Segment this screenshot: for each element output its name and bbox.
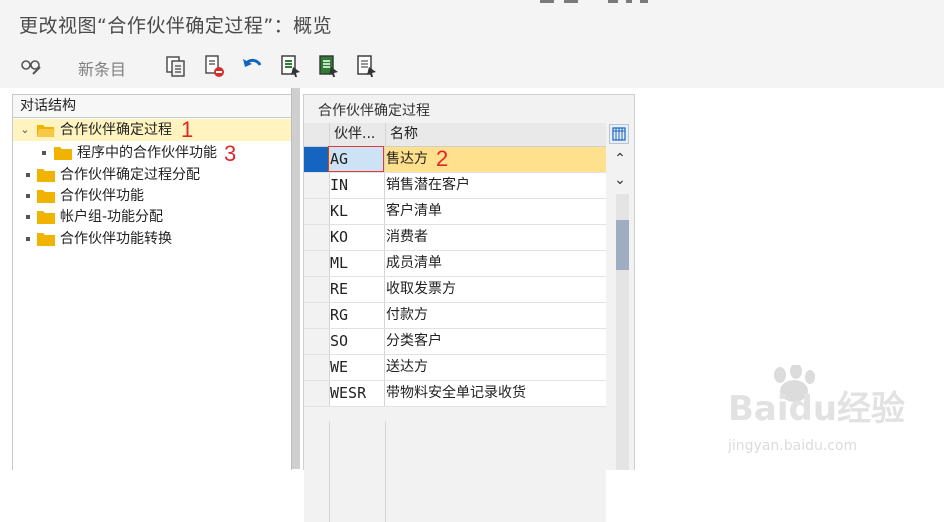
cell-name[interactable]: 成员清单	[386, 251, 606, 276]
table-row[interactable]: KL 客户清单	[304, 199, 606, 225]
cell-name[interactable]: 售达方	[386, 147, 606, 172]
folder-icon	[37, 233, 55, 246]
table-body: AG 售达方 2 IN 销售潜在客户 KL 客户清单 KO 消费者 ML 成员清…	[304, 146, 606, 522]
row-selector[interactable]	[304, 329, 330, 354]
cell-name[interactable]: 带物料安全单记录收货	[386, 381, 606, 406]
cell-code[interactable]: WE	[330, 355, 385, 380]
scroll-up-icon[interactable]: ⌃	[609, 148, 631, 170]
toolbar: 新条目	[0, 44, 944, 88]
select-all-rows-cell[interactable]	[304, 123, 330, 146]
cell-code[interactable]: IN	[330, 173, 385, 198]
cell-name[interactable]: 付款方	[386, 303, 606, 328]
cell-code[interactable]: RE	[330, 277, 385, 302]
cell-code[interactable]: KO	[330, 225, 385, 250]
top-toolbar-marks	[540, 0, 660, 4]
dialog-structure-header: 对话结构	[13, 95, 291, 118]
table-row[interactable]: RE 收取发票方	[304, 277, 606, 303]
tree-item-label: 程序中的合作伙伴功能	[77, 145, 217, 161]
dialog-structure-panel: 对话结构 ⌄ 合作伙伴确定过程 1 程序中的合作伙伴功能 3 合作伙伴确定过程分…	[12, 94, 292, 470]
cell-code[interactable]: ML	[330, 251, 385, 276]
tree-item-label: 合作伙伴确定过程	[60, 122, 172, 138]
row-selector[interactable]	[304, 225, 330, 250]
cell-name[interactable]: 分类客户	[386, 329, 606, 354]
scroll-down-icon[interactable]: ⌄	[609, 169, 631, 191]
table-row[interactable]: SO 分类客户	[304, 329, 606, 355]
tree-item-partner-determination-procedure[interactable]: ⌄ 合作伙伴确定过程 1	[13, 119, 292, 141]
grid-settings-icon	[612, 127, 626, 141]
tree-bullet-icon	[26, 237, 30, 241]
cell-code[interactable]: SO	[330, 329, 385, 354]
row-selector[interactable]	[304, 303, 330, 328]
tree-bullet-icon	[42, 151, 46, 155]
table-row[interactable]: KO 消费者	[304, 225, 606, 251]
table-row[interactable]: WE 送达方	[304, 355, 606, 381]
annotation-number: 1	[181, 117, 194, 142]
column-header-code[interactable]: 伙伴...	[330, 123, 386, 146]
column-header-name[interactable]: 名称	[386, 123, 606, 146]
cell-name[interactable]: 收取发票方	[386, 277, 606, 302]
undo-icon[interactable]	[241, 54, 265, 78]
select-all-icon[interactable]	[279, 54, 303, 78]
folder-icon	[54, 147, 72, 160]
table-row[interactable]: AG 售达方 2	[304, 146, 606, 173]
cell-code[interactable]: RG	[330, 303, 385, 328]
title-bar: 更改视图“合作伙伴确定过程”：概览	[0, 0, 944, 44]
folder-open-icon	[37, 125, 55, 137]
folder-icon	[37, 169, 55, 182]
row-selector[interactable]	[304, 199, 330, 224]
row-selector[interactable]	[304, 147, 329, 172]
tree-bullet-icon	[26, 173, 30, 177]
table-row[interactable]: ML 成员清单	[304, 251, 606, 277]
table-row[interactable]: WESR 带物料安全单记录收货	[304, 381, 606, 407]
delete-icon[interactable]	[202, 54, 226, 78]
folder-icon	[37, 190, 55, 203]
chevron-down-icon[interactable]: ⌄	[19, 119, 31, 141]
new-entries-button[interactable]: 新条目	[78, 56, 126, 80]
watermark-url: jingyan.baidu.com	[727, 438, 857, 454]
glasses-pencil-icon[interactable]	[19, 54, 43, 78]
cell-name[interactable]: 销售潜在客户	[386, 173, 606, 198]
baidu-jingyan-watermark: Baidu经验 jingyan.baidu.com	[727, 365, 905, 454]
cell-code[interactable]: KL	[330, 199, 385, 224]
folder-icon	[37, 211, 55, 224]
window-title: 更改视图“合作伙伴确定过程”：概览	[19, 15, 333, 37]
row-selector[interactable]	[304, 355, 330, 380]
row-selector[interactable]	[304, 381, 330, 406]
panel-title: 合作伙伴确定过程	[318, 103, 430, 119]
table-empty-area	[304, 422, 606, 522]
tree-item-label: 帐户组-功能分配	[60, 209, 164, 225]
annotation-number: 2	[436, 146, 449, 171]
cell-name[interactable]: 客户清单	[386, 199, 606, 224]
row-selector[interactable]	[304, 173, 330, 198]
copy-icon[interactable]	[164, 54, 188, 78]
tree-bullet-icon	[26, 194, 30, 198]
select-block-icon[interactable]	[317, 54, 341, 78]
watermark-brand: Baidu经验	[728, 389, 905, 429]
tree-item-label: 合作伙伴功能	[60, 188, 144, 204]
cell-name[interactable]: 送达方	[386, 355, 606, 380]
partner-procedure-table: 伙伴... 名称 AG 售达方 2 IN 销售潜在客户 KL 客户清单 KO 消…	[304, 123, 606, 522]
table-header: 伙伴... 名称	[304, 123, 606, 147]
annotation-number: 3	[224, 141, 237, 166]
partner-procedure-table-panel: 合作伙伴确定过程 伙伴... 名称 AG 售达方 2 IN 销售潜在客户 KL	[303, 94, 635, 522]
tree-item-label: 合作伙伴确定过程分配	[60, 167, 200, 183]
cell-name[interactable]: 消费者	[386, 225, 606, 250]
scroll-thumb[interactable]	[616, 220, 629, 270]
table-row[interactable]: IN 销售潜在客户	[304, 173, 606, 199]
row-selector[interactable]	[304, 251, 330, 276]
cell-code[interactable]: WESR	[330, 381, 385, 406]
table-vertical-scrollbar[interactable]: ⌃ ⌄	[609, 123, 631, 470]
row-selector[interactable]	[304, 277, 330, 302]
table-layout-button[interactable]	[609, 124, 629, 144]
deselect-all-icon[interactable]	[355, 54, 379, 78]
table-row[interactable]: RG 付款方	[304, 303, 606, 329]
cell-code[interactable]: AG	[330, 147, 385, 172]
tree-bullet-icon	[26, 215, 30, 219]
tree-item-label: 合作伙伴功能转换	[60, 231, 172, 247]
